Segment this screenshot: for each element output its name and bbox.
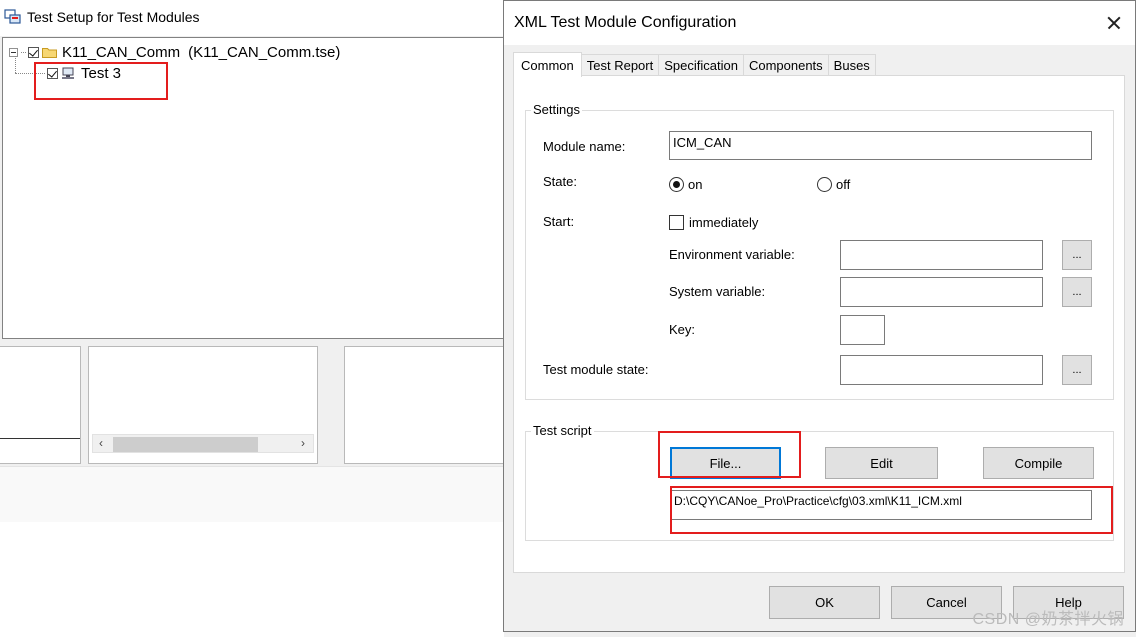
watermark: CSDN @奶茶拌火锅 bbox=[972, 611, 1124, 628]
folder-icon bbox=[42, 48, 57, 58]
test-setup-icon bbox=[4, 9, 21, 24]
tree-item-test-3[interactable]: Test 3 bbox=[47, 65, 121, 82]
close-icon[interactable] bbox=[1101, 10, 1127, 36]
env-var-input[interactable] bbox=[840, 240, 1043, 270]
tree-connector bbox=[15, 56, 16, 73]
pane-left bbox=[0, 346, 81, 464]
module-state-input[interactable] bbox=[840, 355, 1043, 385]
test-setup-window: Test Setup for Test Modules K11_CAN_Comm… bbox=[0, 0, 506, 637]
collapse-icon[interactable] bbox=[9, 48, 18, 57]
checkbox-unchecked-icon bbox=[669, 215, 684, 230]
horizontal-scrollbar[interactable]: ‹ › bbox=[92, 434, 314, 453]
test-3-checkbox[interactable] bbox=[47, 68, 58, 79]
tab-test-report[interactable]: Test Report bbox=[580, 54, 660, 76]
compile-button[interactable]: Compile bbox=[983, 447, 1094, 479]
tree-item-test-3-label: Test 3 bbox=[81, 65, 122, 82]
pane-right bbox=[344, 346, 506, 464]
radio-selected-icon bbox=[669, 177, 684, 192]
xml-test-module-dialog: XML Test Module Configuration Common Tes… bbox=[503, 0, 1136, 632]
dialog-titlebar: XML Test Module Configuration bbox=[504, 1, 1135, 45]
module-state-label: Test module state: bbox=[543, 362, 649, 377]
state-off-radio[interactable]: off bbox=[817, 177, 850, 192]
module-name-input[interactable]: ICM_CAN bbox=[669, 131, 1092, 160]
tab-components[interactable]: Components bbox=[742, 54, 829, 76]
tree-item-root-file: (K11_CAN_Comm.tse) bbox=[188, 44, 341, 61]
tab-common[interactable]: Common bbox=[513, 52, 582, 77]
tab-specification[interactable]: Specification bbox=[658, 54, 744, 76]
start-label: Start: bbox=[543, 214, 575, 229]
test-module-icon bbox=[62, 67, 74, 79]
state-label: State: bbox=[543, 174, 577, 189]
scroll-left-icon[interactable]: ‹ bbox=[99, 436, 103, 450]
ok-button[interactable]: OK bbox=[769, 586, 880, 619]
test-script-path-input[interactable]: D:\CQY\CANoe_Pro\Practice\cfg\03.xml\K11… bbox=[670, 490, 1092, 520]
dialog-title: XML Test Module Configuration bbox=[514, 14, 737, 31]
bottom-area bbox=[0, 522, 504, 637]
state-off-label: off bbox=[836, 177, 851, 192]
key-input[interactable] bbox=[840, 315, 885, 345]
scroll-thumb[interactable] bbox=[113, 437, 258, 452]
file-button[interactable]: File... bbox=[670, 447, 781, 479]
sys-var-label: System variable: bbox=[669, 284, 766, 299]
test-script-group-label: Test script bbox=[531, 423, 594, 438]
test-setup-titlebar: Test Setup for Test Modules bbox=[0, 0, 504, 36]
tree-item-root[interactable]: K11_CAN_Comm (K11_CAN_Comm.tse) bbox=[9, 44, 340, 61]
bottom-bar bbox=[0, 466, 504, 522]
test-module-tree[interactable]: K11_CAN_Comm (K11_CAN_Comm.tse) Test 3 bbox=[2, 37, 504, 339]
scroll-right-icon[interactable]: › bbox=[301, 436, 305, 450]
tab-buses[interactable]: Buses bbox=[827, 54, 876, 76]
tab-page-common: Settings Module name: ICM_CAN State: on … bbox=[513, 75, 1125, 573]
state-on-label: on bbox=[688, 177, 703, 192]
root-checkbox[interactable] bbox=[28, 47, 39, 58]
key-label: Key: bbox=[669, 322, 696, 337]
module-name-label: Module name: bbox=[543, 139, 626, 154]
tree-item-root-label: K11_CAN_Comm bbox=[62, 44, 181, 61]
radio-unselected-icon bbox=[817, 177, 832, 192]
tab-strip: Common Test Report Specification Compone… bbox=[513, 52, 876, 77]
immediately-label: immediately bbox=[689, 215, 759, 230]
settings-group-label: Settings bbox=[531, 102, 582, 117]
sys-var-input[interactable] bbox=[840, 277, 1043, 307]
module-state-browse-button[interactable]: ... bbox=[1062, 355, 1092, 385]
immediately-checkbox[interactable]: immediately bbox=[669, 215, 758, 230]
env-var-browse-button[interactable]: ... bbox=[1062, 240, 1092, 270]
env-var-label: Environment variable: bbox=[669, 247, 795, 262]
state-on-radio[interactable]: on bbox=[669, 177, 702, 192]
tree-connector bbox=[15, 73, 45, 74]
test-setup-title: Test Setup for Test Modules bbox=[27, 9, 200, 25]
sys-var-browse-button[interactable]: ... bbox=[1062, 277, 1092, 307]
edit-button[interactable]: Edit bbox=[825, 447, 938, 479]
